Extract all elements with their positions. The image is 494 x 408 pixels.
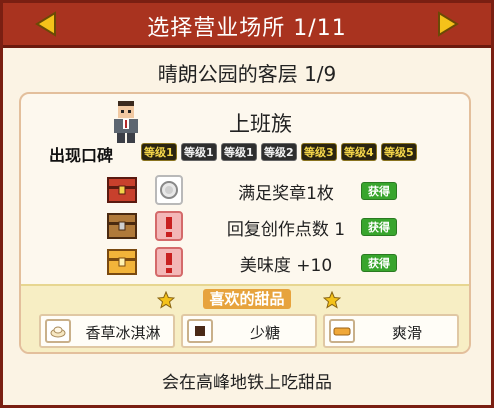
alert-icon <box>155 211 183 241</box>
smooth-bar-icon <box>329 319 355 343</box>
reward-row: 美味度 +10 获得 <box>21 246 469 280</box>
level-badge: 等级3 <box>301 143 337 161</box>
level-badge: 等级1 <box>221 143 257 161</box>
location-subtitle: 晴朗公园的客层 1/9 <box>157 62 337 86</box>
level-badge: 等级1 <box>181 143 217 161</box>
obtained-badge: 获得 <box>361 254 397 272</box>
level-badge: 等级2 <box>261 143 297 161</box>
level-badge: 等级1 <box>141 143 177 161</box>
obtained-badge: 获得 <box>361 182 397 200</box>
next-location-arrow-icon[interactable] <box>433 11 461 37</box>
medal-icon <box>155 175 183 205</box>
reward-row: 回复创作点数 1 获得 <box>21 210 469 244</box>
customer-description: 会在高峰地铁上吃甜品 <box>162 373 332 393</box>
reward-text: 美味度 +10 <box>239 256 333 276</box>
reward-text: 回复创作点数 1 <box>226 220 346 240</box>
reward-row: 满足奖章1枚 获得 <box>21 174 469 208</box>
customer-name: 上班族 <box>229 112 292 136</box>
level-badge: 等级4 <box>341 143 377 161</box>
favorite-item-label: 爽滑 <box>391 324 422 342</box>
star-icon <box>156 290 176 309</box>
favorite-item-label: 少糖 <box>249 324 280 342</box>
reward-text: 满足奖章1枚 <box>238 184 334 204</box>
favorite-item-smooth[interactable]: 爽滑 <box>323 314 459 348</box>
favorite-title: 喜欢的甜品 <box>203 289 291 309</box>
title-bar: 选择营业场所 1/11 <box>3 3 491 48</box>
favorite-item-low-sugar[interactable]: 少糖 <box>181 314 317 348</box>
treasure-chest-icon <box>107 212 137 240</box>
favorite-item-vanilla-ice-cream[interactable]: 香草冰淇淋 <box>39 314 175 348</box>
appear-label: 出现口碑 <box>49 146 114 165</box>
ice-cream-icon <box>45 319 71 343</box>
favorite-title-row: 喜欢的甜品 <box>21 288 469 310</box>
favorite-item-label: 香草冰淇淋 <box>85 324 161 342</box>
obtained-badge: 获得 <box>361 218 397 236</box>
alert-icon <box>155 247 183 277</box>
customer-avatar <box>109 100 143 144</box>
treasure-chest-icon <box>107 248 137 276</box>
sugar-block-icon <box>187 319 213 343</box>
level-badge: 等级5 <box>381 143 417 161</box>
star-icon <box>322 290 342 309</box>
treasure-chest-icon <box>107 176 137 204</box>
favorite-desserts-panel: 喜欢的甜品 香草冰淇淋 少糖 爽滑 <box>21 284 469 352</box>
title-text: 选择营业场所 1/11 <box>147 16 347 41</box>
customer-card: 上班族 出现口碑 等级1 等级1 等级1 等级2 等级3 等级4 等级5 满足奖… <box>19 92 471 354</box>
